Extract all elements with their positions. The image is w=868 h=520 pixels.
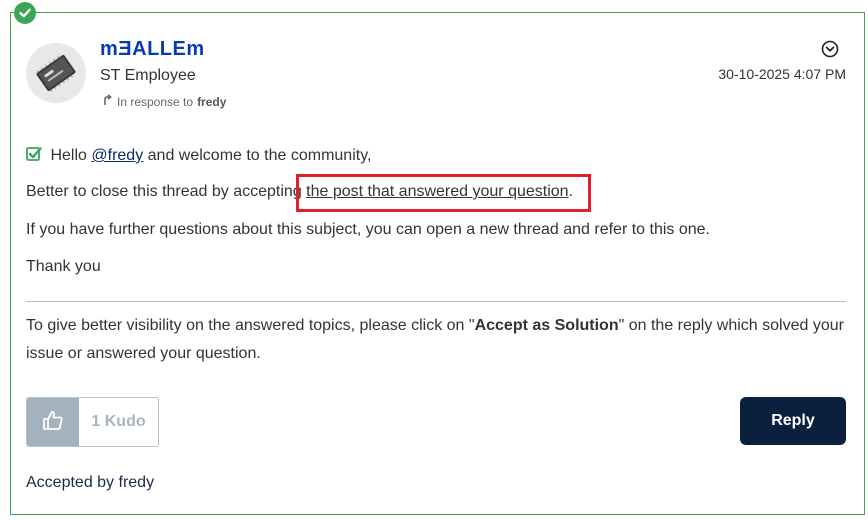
author-rank: ST Employee: [100, 67, 196, 84]
answered-post-link[interactable]: the post that answered your question: [306, 183, 568, 200]
greeting-suffix: and welcome to the community,: [147, 147, 372, 164]
close-thread-line: Better to close this thread by accepting…: [26, 183, 573, 201]
solved-check-icon: [14, 2, 36, 24]
in-response-user[interactable]: fredy: [197, 95, 226, 109]
accept-solution-text: Accept as Solution: [474, 317, 619, 334]
kudo-button[interactable]: [27, 398, 79, 446]
chevron-down-circle-icon[interactable]: [821, 40, 839, 58]
in-response-to[interactable]: In response to fredy: [102, 94, 226, 109]
thanks-line: Thank you: [26, 258, 101, 275]
close-suffix: .: [568, 183, 574, 200]
in-response-label: In response to: [117, 94, 194, 109]
close-prefix: Better to close this thread by accepting: [26, 183, 302, 200]
greeting-line: Hello @fredy and welcome to the communit…: [26, 146, 371, 167]
reply-button[interactable]: Reply: [740, 397, 846, 445]
further-questions-line: If you have further questions about this…: [26, 221, 710, 238]
reply-arrow-icon: [102, 94, 113, 109]
kudo-group: 1 Kudo: [26, 397, 159, 447]
checked-box-icon: [26, 146, 42, 167]
accepted-by: Accepted by fredy: [26, 474, 155, 491]
footnote-prefix: To give better visibility on the answere…: [26, 317, 475, 334]
post-date: 30-10-2025 4:07 PM: [718, 66, 846, 82]
divider: [26, 301, 846, 302]
greeting-prefix: Hello: [50, 147, 87, 164]
thumbs-up-icon: [42, 409, 64, 436]
solution-footnote: To give better visibility on the answere…: [26, 312, 851, 368]
avatar[interactable]: [26, 43, 86, 103]
kudo-count[interactable]: 1 Kudo: [79, 398, 158, 446]
mention-link[interactable]: @fredy: [91, 147, 143, 164]
author-name[interactable]: mƎALLEm: [100, 38, 205, 61]
